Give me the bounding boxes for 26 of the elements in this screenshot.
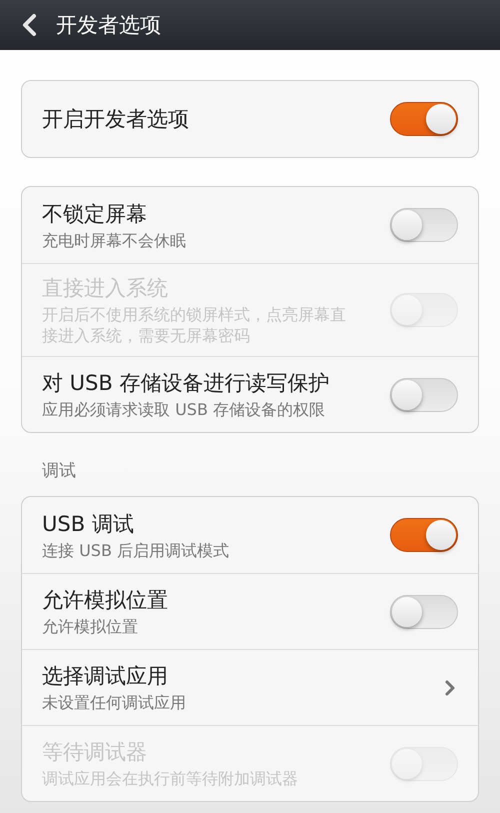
toggle-switch[interactable]: [390, 102, 458, 136]
setting-description: 应用必须请求读取 USB 存储设备的权限: [42, 399, 326, 420]
setting-row[interactable]: 开启开发者选项: [22, 81, 478, 157]
setting-title: 选择调试应用: [42, 663, 169, 690]
setting-row[interactable]: USB 调试 连接 USB 后启用调试模式: [22, 497, 478, 573]
toggle-switch[interactable]: [390, 378, 458, 412]
setting-row[interactable]: 不锁定屏幕 充电时屏幕不会休眠: [22, 187, 478, 263]
toggle-switch[interactable]: [390, 208, 458, 242]
setting-row[interactable]: 允许模拟位置 允许模拟位置: [22, 573, 478, 649]
toggle-switch[interactable]: [390, 518, 458, 552]
setting-title: 开启开发者选项: [42, 106, 190, 133]
setting-title: USB 调试: [42, 510, 135, 538]
setting-description: 未设置任何调试应用: [42, 692, 187, 713]
setting-description: 允许模拟位置: [42, 616, 139, 637]
setting-row[interactable]: 选择调试应用 未设置任何调试应用: [22, 649, 478, 725]
setting-description: 连接 USB 后启用调试模式: [42, 540, 230, 560]
chevron-icon: [444, 678, 456, 696]
setting-description: 充电时屏幕不会休眠: [42, 230, 187, 250]
back-icon[interactable]: [20, 13, 38, 37]
toggle-switch[interactable]: [390, 594, 458, 628]
section-header: 调试: [41, 460, 77, 483]
setting-title: 不锁定屏幕: [42, 200, 148, 228]
page-title: 开发者选项: [56, 12, 161, 39]
setting-row[interactable]: 对 USB 存储设备进行读写保护 应用必须请求读取 USB 存储设备的权限: [22, 356, 478, 432]
setting-title: 对 USB 存储设备进行读写保护: [42, 370, 330, 397]
setting-title: 允许模拟位置: [42, 587, 169, 614]
